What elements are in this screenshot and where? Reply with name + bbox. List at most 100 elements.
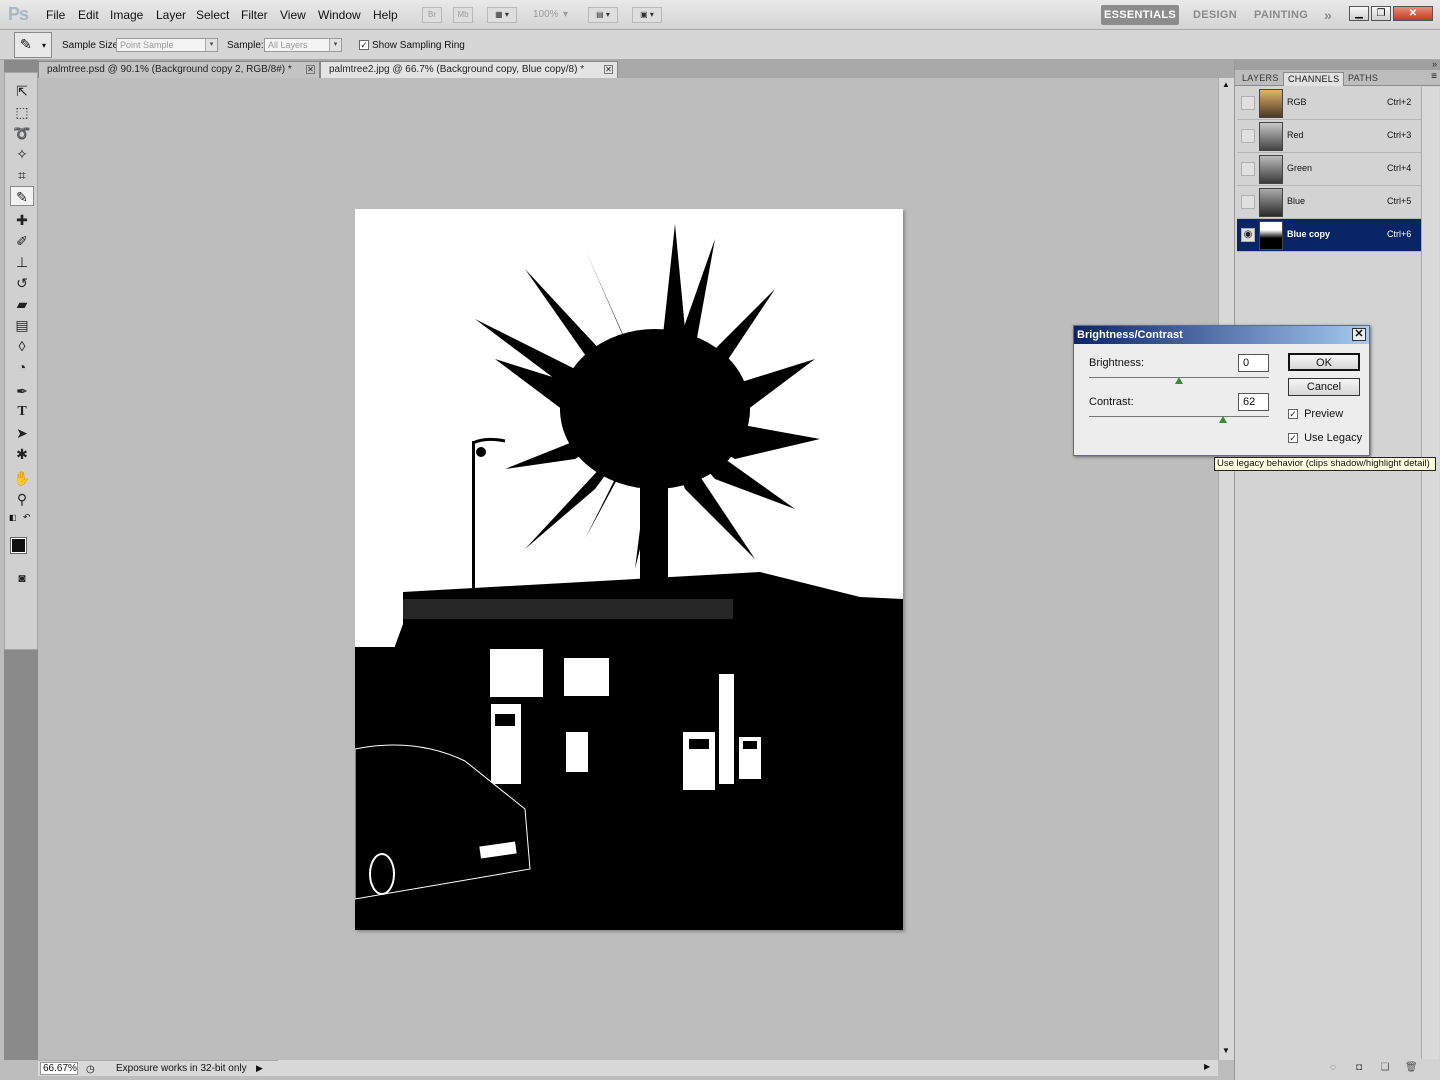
horizontal-scrollbar[interactable]: ◀ ▶ — [262, 1060, 1218, 1076]
save-selection-icon[interactable]: ◘ — [1353, 1062, 1365, 1074]
brightness-slider-thumb[interactable] — [1175, 377, 1183, 384]
photoshop-window: Ps File Edit Image Layer Select Filter V… — [0, 0, 1440, 1080]
type-tool-icon[interactable]: T — [10, 402, 34, 422]
preview-checkbox[interactable]: ✓ Preview — [1288, 408, 1343, 420]
channel-row-blue-copy[interactable]: ◉ Blue copy Ctrl+6 — [1237, 219, 1421, 252]
workspace-essentials[interactable]: ESSENTIALS — [1101, 5, 1179, 25]
panel-menu-icon[interactable]: ≡ — [1431, 71, 1437, 82]
checkbox-box: ✓ — [1288, 433, 1298, 443]
new-channel-icon[interactable]: ❏ — [1379, 1062, 1391, 1074]
menu-filter[interactable]: Filter — [241, 8, 268, 22]
tool-preset-picker[interactable]: ✎ ▾ — [14, 32, 52, 58]
scroll-up-icon[interactable]: ▲ — [1222, 80, 1230, 89]
scroll-down-icon[interactable]: ▼ — [1222, 1046, 1230, 1055]
crop-tool-icon[interactable]: ⌗ — [10, 165, 34, 185]
channel-shortcut: Ctrl+2 — [1387, 97, 1412, 107]
visibility-toggle[interactable] — [1241, 129, 1255, 143]
tab-layers[interactable]: LAYERS — [1238, 72, 1283, 86]
mini-bridge-button[interactable]: Mb — [453, 7, 473, 23]
menu-view[interactable]: View — [280, 8, 306, 22]
gradient-tool-icon[interactable]: ▤ — [10, 315, 34, 335]
path-selection-tool-icon[interactable]: ➤ — [10, 423, 34, 443]
brightness-input[interactable]: 0 — [1238, 354, 1269, 372]
sample-select[interactable]: All Layers ▾ — [264, 38, 342, 52]
screen-mode-button[interactable]: ▣ ▾ — [632, 7, 662, 23]
panel-scrollbar[interactable] — [1421, 87, 1439, 1059]
swap-colors-icon[interactable]: ↶ — [23, 512, 31, 523]
eye-icon[interactable]: ◉ — [1241, 228, 1255, 242]
ok-button[interactable]: OK — [1288, 353, 1360, 371]
dialog-titlebar[interactable]: Brightness/Contrast ✕ — [1074, 326, 1369, 344]
visibility-toggle[interactable] — [1241, 96, 1255, 110]
workspace-design[interactable]: DESIGN — [1193, 5, 1237, 25]
foreground-color-swatch[interactable] — [10, 537, 27, 554]
lasso-tool-icon[interactable]: ➰ — [10, 123, 34, 143]
tab-palmtree2-jpg[interactable]: palmtree2.jpg @ 66.7% (Background copy, … — [320, 61, 618, 78]
healing-brush-tool-icon[interactable]: ✚ — [10, 210, 34, 230]
close-icon[interactable]: ✕ — [306, 65, 315, 74]
visibility-toggle[interactable] — [1241, 162, 1255, 176]
status-info-icon[interactable]: ◷ — [86, 1062, 95, 1077]
use-legacy-checkbox[interactable]: ✓ Use Legacy — [1288, 432, 1362, 444]
menu-image[interactable]: Image — [110, 8, 143, 22]
contrast-input[interactable]: 62 — [1238, 393, 1269, 411]
zoom-dropdown-arrow[interactable]: ▾ — [563, 7, 568, 23]
channel-row-red[interactable]: Red Ctrl+3 — [1237, 120, 1421, 153]
status-menu-arrow-icon[interactable]: ▶ — [256, 1061, 263, 1076]
clone-stamp-tool-icon[interactable]: ⊥ — [10, 252, 34, 272]
menu-edit[interactable]: Edit — [78, 8, 99, 22]
channel-row-green[interactable]: Green Ctrl+4 — [1237, 153, 1421, 186]
arrange-documents-button[interactable]: ▤ ▾ — [588, 7, 618, 23]
trash-icon[interactable]: 🗑 — [1405, 1062, 1418, 1074]
channel-row-rgb[interactable]: RGB Ctrl+2 — [1237, 87, 1421, 120]
restore-icon[interactable]: ❐ — [1371, 6, 1391, 21]
move-tool-icon[interactable]: ⇱ — [10, 81, 34, 101]
load-selection-icon[interactable]: ◌ — [1327, 1062, 1339, 1074]
options-bar: ✎ ▾ Sample Size: Point Sample ▾ Sample: … — [0, 30, 1440, 60]
sample-size-select[interactable]: Point Sample ▾ — [116, 38, 218, 52]
vertical-scrollbar[interactable]: ▲ ▼ — [1218, 78, 1234, 1060]
history-brush-tool-icon[interactable]: ↺ — [10, 273, 34, 293]
visibility-toggle[interactable] — [1241, 195, 1255, 209]
canvas-area[interactable] — [38, 78, 1218, 1060]
custom-shape-tool-icon[interactable]: ✱ — [10, 444, 34, 464]
quick-selection-tool-icon[interactable]: ✧ — [10, 144, 34, 164]
close-window-icon[interactable]: ✕ — [1393, 6, 1433, 21]
tab-paths[interactable]: PATHS — [1344, 72, 1382, 86]
marquee-tool-icon[interactable]: ⬚ — [10, 102, 34, 122]
workspace-more-icon[interactable]: » — [1324, 5, 1332, 25]
menu-select[interactable]: Select — [196, 8, 229, 22]
zoom-field[interactable]: 66.67% — [40, 1062, 78, 1075]
menu-layer[interactable]: Layer — [156, 8, 186, 22]
eyedropper-tool-icon[interactable]: ✎ — [10, 186, 34, 206]
pen-tool-icon[interactable]: ✒ — [10, 381, 34, 401]
contrast-slider-track[interactable] — [1089, 416, 1269, 417]
minimize-icon[interactable]: ▁ — [1349, 6, 1369, 21]
blur-tool-icon[interactable]: ◊ — [10, 336, 34, 356]
tab-palmtree-psd[interactable]: palmtree.psd @ 90.1% (Background copy 2,… — [38, 61, 320, 78]
quick-mask-icon[interactable]: ◙ — [10, 568, 34, 588]
contrast-slider-thumb[interactable] — [1219, 416, 1228, 423]
document-image[interactable] — [355, 209, 903, 930]
eraser-tool-icon[interactable]: ▰ — [10, 294, 34, 314]
hand-tool-icon[interactable]: ✋ — [10, 468, 34, 488]
close-icon[interactable]: ✕ — [1352, 328, 1366, 341]
menu-help[interactable]: Help — [373, 8, 398, 22]
default-colors-icon[interactable]: ◧ — [9, 513, 17, 522]
channel-row-blue[interactable]: Blue Ctrl+5 — [1237, 186, 1421, 219]
tab-channels[interactable]: CHANNELS — [1283, 72, 1345, 86]
dodge-tool-icon[interactable]: ◔ — [10, 357, 34, 377]
bridge-button[interactable]: Br — [422, 7, 442, 23]
scroll-right-icon[interactable]: ▶ — [1204, 1062, 1210, 1071]
zoom-tool-icon[interactable]: ⚲ — [10, 489, 34, 509]
extras-button[interactable]: ▦ ▾ — [487, 7, 517, 23]
show-sampling-ring-checkbox[interactable]: ✓ — [359, 39, 369, 51]
collapse-panels-icon[interactable]: » — [1432, 59, 1437, 69]
menu-window[interactable]: Window — [318, 8, 361, 22]
close-icon[interactable]: ✕ — [604, 65, 613, 74]
cancel-button[interactable]: Cancel — [1288, 378, 1360, 396]
workspace-painting[interactable]: PAINTING — [1254, 5, 1308, 25]
menu-file[interactable]: File — [46, 8, 65, 22]
brush-tool-icon[interactable]: ✐ — [10, 231, 34, 251]
zoom-level-combo[interactable]: 100% — [533, 7, 559, 23]
